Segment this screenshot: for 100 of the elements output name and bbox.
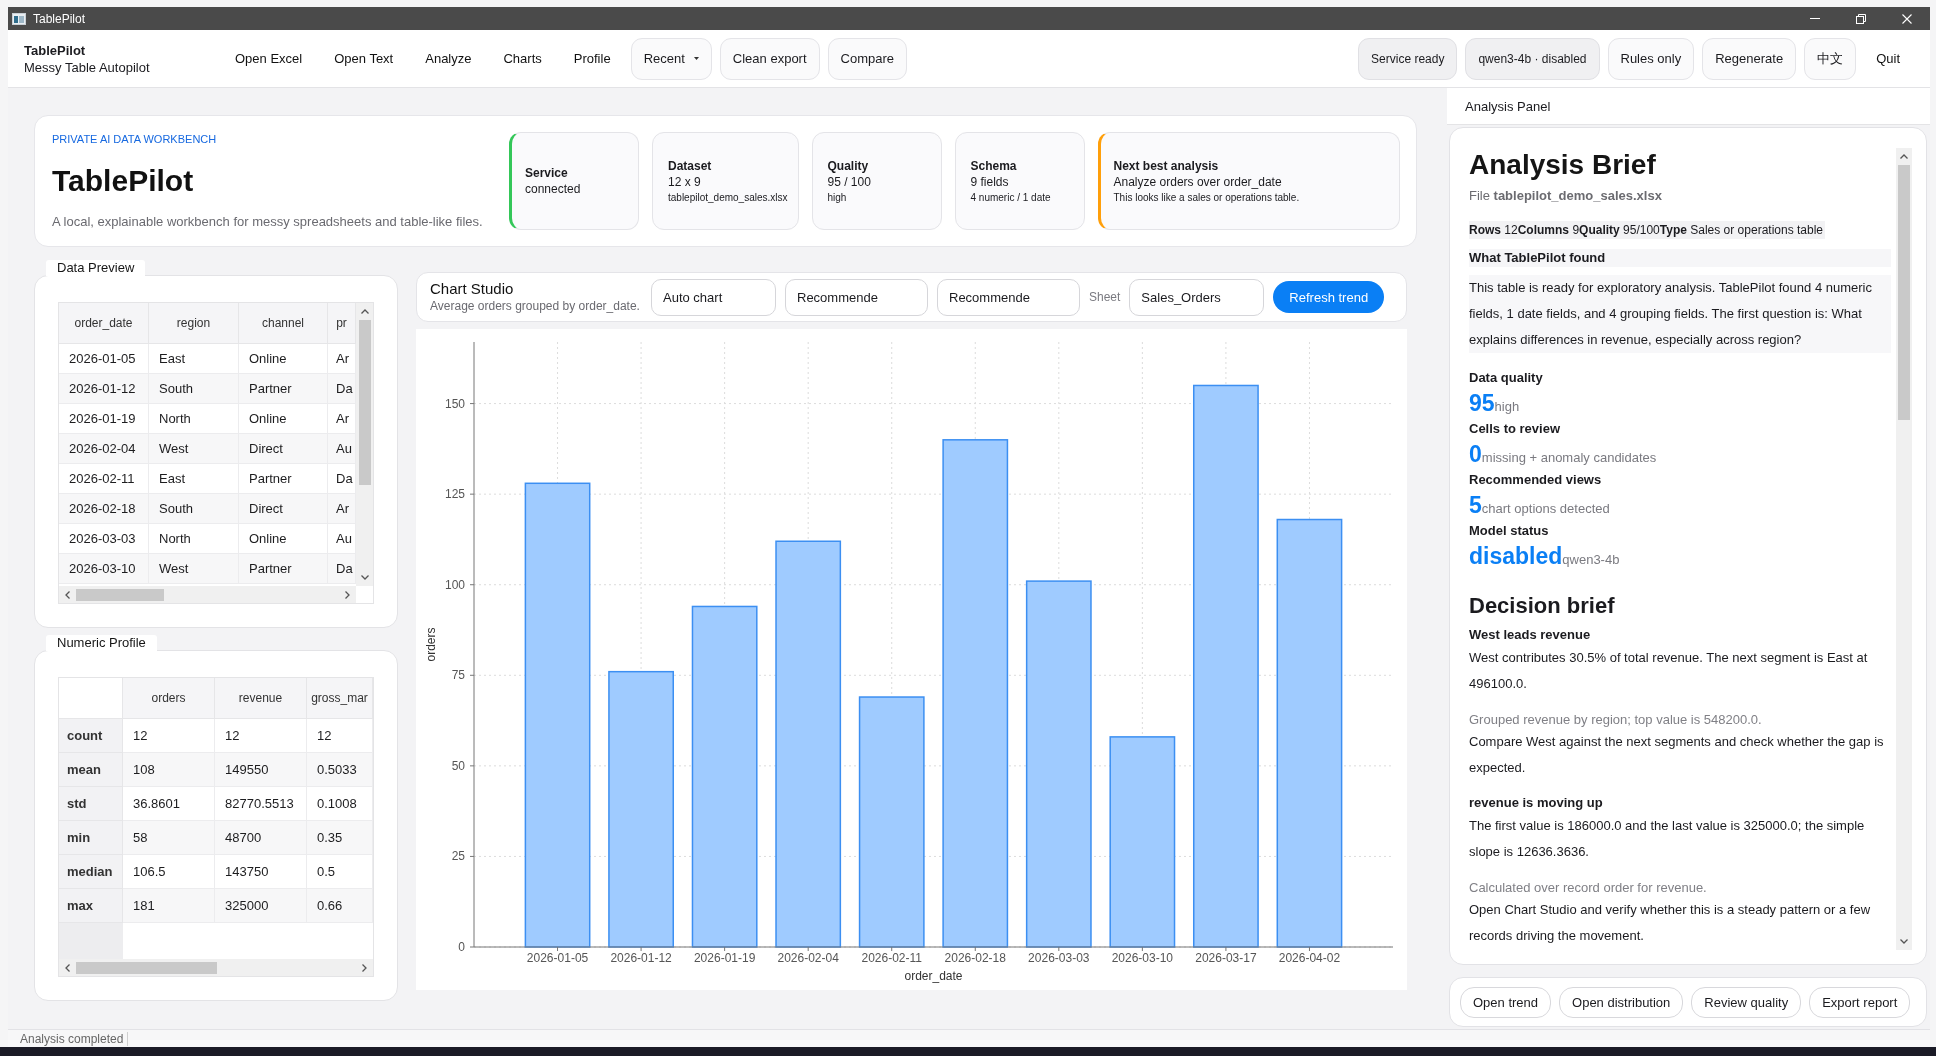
row-header: min xyxy=(59,821,123,855)
toolbar-button[interactable]: 中文 xyxy=(1804,37,1857,80)
table-cell: 58 xyxy=(123,821,215,855)
vertical-scrollbar[interactable] xyxy=(1896,148,1912,950)
action-button[interactable]: Open trend xyxy=(1460,986,1552,1018)
table-cell: Partner xyxy=(239,464,328,494)
column-header: order_date xyxy=(59,303,149,344)
table-cell: 0.35 xyxy=(307,821,373,855)
action-button[interactable]: Review quality xyxy=(1691,986,1802,1018)
table-cell: East xyxy=(149,344,239,374)
table-cell: 2026-01-12 xyxy=(59,374,149,404)
stat-title: Service xyxy=(525,165,568,181)
table-cell: North xyxy=(149,404,239,434)
dropdown-button[interactable]: Recent xyxy=(630,37,712,80)
table-cell: Online xyxy=(239,404,328,434)
axis-title: orders xyxy=(424,627,438,662)
menu-item[interactable]: Analyze xyxy=(409,37,488,80)
found-text: This table is ready for exploratory analysis. TablePilot found 4 numeric fields, 1 date fields, and 4 grouping fields. The first question is: What explains differences in revenue, especially across region? xyxy=(1469,275,1891,353)
vertical-scrollbar[interactable] xyxy=(356,303,373,586)
table-cell: Direct xyxy=(239,434,328,464)
stat-value: 95 / 100 xyxy=(827,173,871,190)
decision-heading: Decision brief xyxy=(1469,592,1615,620)
metric-label: Model status xyxy=(1469,522,1549,540)
stat-note: 4 numeric / 1 date xyxy=(970,190,1051,205)
table-cell: Online xyxy=(239,344,328,374)
refresh-button[interactable]: Refresh trend xyxy=(1273,281,1385,313)
status-button[interactable]: qwen3-4b · disabled xyxy=(1465,37,1600,80)
close-icon[interactable] xyxy=(1902,13,1912,24)
eyebrow-label: PRIVATE AI DATA WORKBENCH xyxy=(52,132,217,146)
table-cell: Online xyxy=(239,524,328,554)
toolbar-button[interactable]: Clean export xyxy=(719,37,820,80)
metric-value: 95 xyxy=(1469,389,1495,418)
table-cell: 2026-02-18 xyxy=(59,494,149,524)
brief-heading: Analysis Brief xyxy=(1469,148,1656,182)
app-subtitle: Messy Table Autopilot xyxy=(24,58,151,76)
metric-note: missing + anomaly candidates xyxy=(1481,450,1657,465)
hero-title: TablePilot xyxy=(52,163,194,199)
menu-item[interactable]: Open Text xyxy=(318,37,410,80)
action-button[interactable]: Open distribution xyxy=(1559,986,1684,1018)
menu-item[interactable]: Profile xyxy=(557,37,627,80)
column-header: pr xyxy=(328,303,356,344)
table-cell: 12 xyxy=(123,719,215,753)
chevron-up-icon[interactable] xyxy=(360,309,369,314)
table-cell: 2026-01-19 xyxy=(59,404,149,434)
table-cell: Direct xyxy=(239,494,328,524)
tick-label: 50 xyxy=(451,758,465,773)
tick-label: 25 xyxy=(451,849,465,864)
panel-title: Analysis Panel xyxy=(1465,98,1551,114)
table-cell: Partner xyxy=(239,554,328,584)
select-field[interactable]: Recommende xyxy=(937,278,1080,316)
toolbar-button[interactable]: Compare xyxy=(827,37,908,80)
chevron-left-icon[interactable] xyxy=(65,963,70,972)
tick-label: 2026-01-05 xyxy=(526,951,589,965)
chevron-right-icon[interactable] xyxy=(345,590,350,599)
horizontal-scrollbar[interactable] xyxy=(59,586,356,603)
evidence-text: Calculated over record order for revenue. xyxy=(1469,879,1708,897)
scrollbar-thumb[interactable] xyxy=(1898,165,1910,420)
scrollbar-thumb[interactable] xyxy=(358,320,371,485)
table-cell: Ar xyxy=(328,404,356,434)
chevron-down-icon[interactable] xyxy=(1900,939,1908,944)
restore-icon[interactable] xyxy=(1856,13,1866,24)
stat-title: Schema xyxy=(970,157,1017,174)
stat-title: Dataset xyxy=(668,157,712,174)
table-cell: 2026-03-03 xyxy=(59,524,149,554)
tick-label: 2026-02-11 xyxy=(861,951,922,965)
tick-label: 2026-02-18 xyxy=(944,951,1006,965)
row-header: median xyxy=(59,855,123,889)
toolbar-button[interactable]: Regenerate xyxy=(1702,37,1797,80)
table-cell: 143750 xyxy=(215,855,307,889)
row-header: max xyxy=(59,889,123,923)
chevron-up-icon[interactable] xyxy=(1900,154,1908,159)
row-header: std xyxy=(59,787,123,821)
toolbar-button[interactable]: Rules only xyxy=(1607,37,1695,80)
status-button[interactable]: Service ready xyxy=(1358,37,1458,80)
chevron-right-icon[interactable] xyxy=(362,963,367,972)
table-cell: West xyxy=(149,434,239,464)
table-cell: 2026-01-05 xyxy=(59,344,149,374)
menu-item[interactable]: Quit xyxy=(1860,37,1916,80)
stat-value: connected xyxy=(525,181,581,197)
scrollbar-thumb[interactable] xyxy=(76,588,164,601)
select-field[interactable]: Recommende xyxy=(785,278,928,316)
metric-note: qwen3-4b xyxy=(1562,552,1620,567)
column-header: channel xyxy=(239,303,328,344)
tick-label: 2026-02-04 xyxy=(777,951,839,965)
select-field[interactable]: Auto chart xyxy=(651,278,776,316)
action-button[interactable]: Export report xyxy=(1809,986,1911,1018)
sheet-label: Sheet xyxy=(1089,290,1121,304)
sheet-field[interactable]: Sales_Orders xyxy=(1129,278,1265,316)
table-cell: 82770.5513 xyxy=(215,787,307,821)
menu-item[interactable]: Open Excel xyxy=(219,37,319,80)
status-text: Analysis completed xyxy=(18,1031,129,1046)
chevron-down-icon[interactable] xyxy=(360,575,369,580)
scrollbar-thumb[interactable] xyxy=(76,961,217,974)
chevron-left-icon[interactable] xyxy=(65,590,70,599)
table-cell: 106.5 xyxy=(123,855,215,889)
table-cell: Da xyxy=(328,374,356,404)
horizontal-scrollbar[interactable] xyxy=(59,959,373,976)
stat-note: This looks like a sales or operations table. xyxy=(1113,190,1300,205)
table-cell: 0.66 xyxy=(307,889,373,923)
menu-item[interactable]: Charts xyxy=(487,37,558,80)
